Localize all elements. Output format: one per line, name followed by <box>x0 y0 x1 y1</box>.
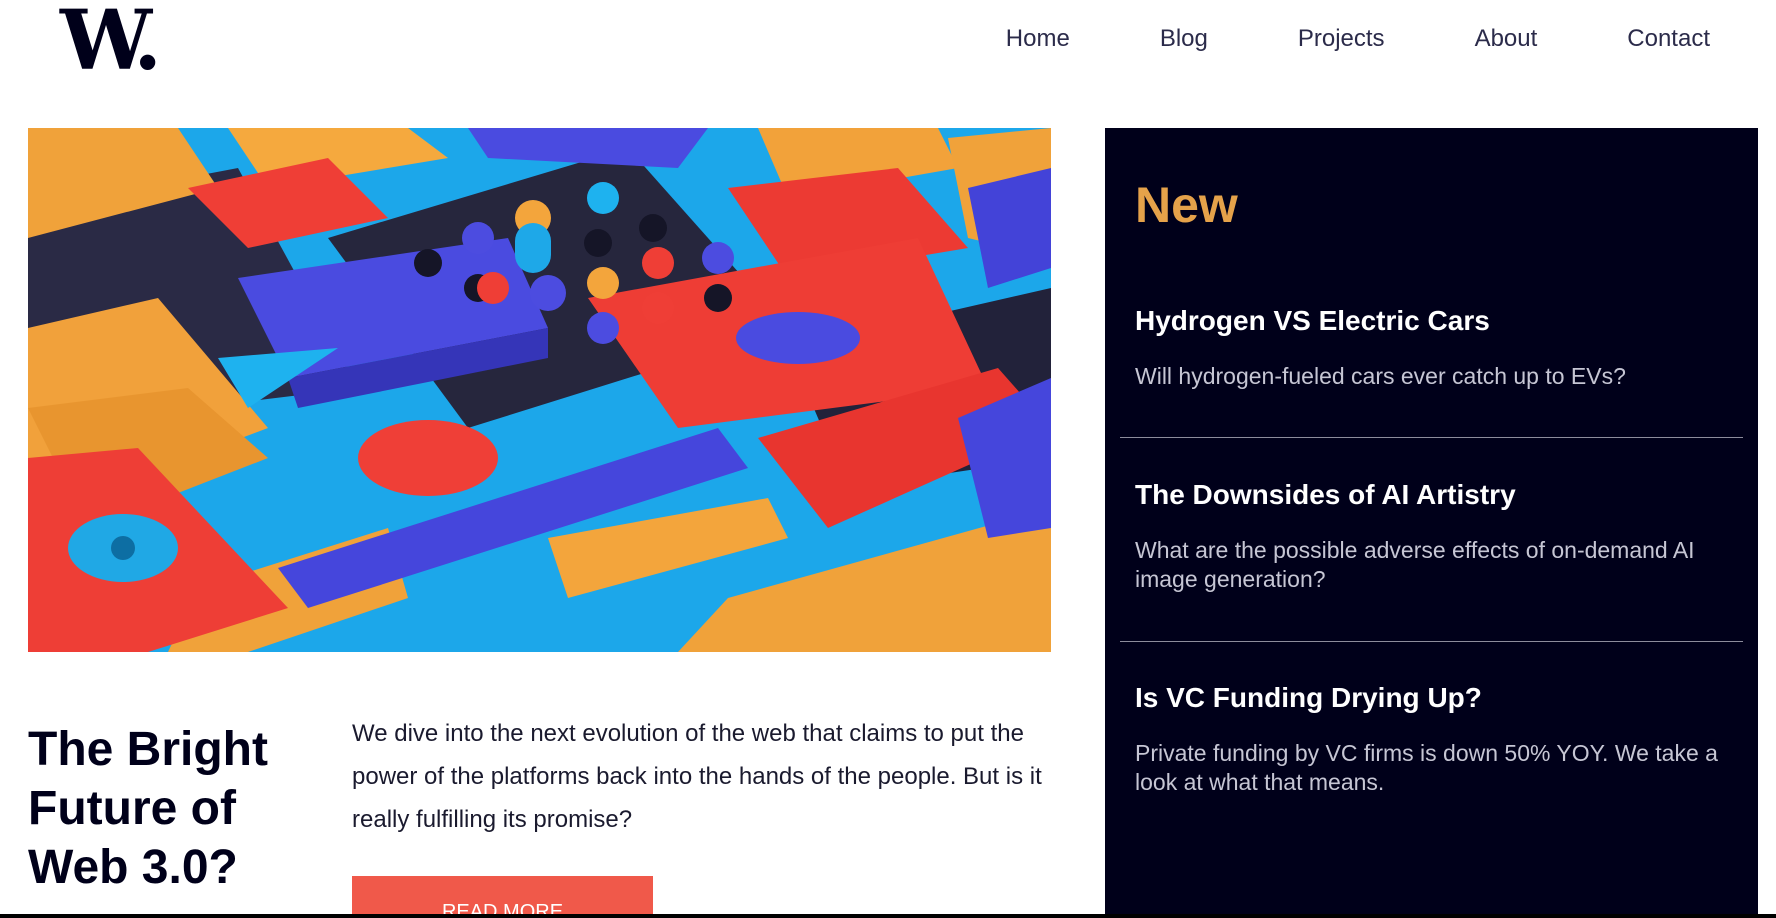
nav-home[interactable]: Home <box>1006 22 1070 56</box>
sidebar-post-title[interactable]: Hydrogen VS Electric Cars <box>1135 304 1728 338</box>
sidebar-post-summary: Will hydrogen-fueled cars ever catch up … <box>1135 363 1626 389</box>
article-excerpt: We dive into the next evolution of the w… <box>352 720 1042 833</box>
hero-image <box>28 128 1051 652</box>
sidebar-post-summary: Private funding by VC firms is down 50% … <box>1135 740 1718 795</box>
sidebar-post-summary: What are the possible adverse effects of… <box>1135 537 1695 592</box>
divider <box>1120 437 1743 438</box>
sidebar-post-title[interactable]: Is VC Funding Drying Up? <box>1135 681 1728 715</box>
sidebar-post[interactable]: Is VC Funding Drying Up? Private funding… <box>1120 681 1743 797</box>
article-title[interactable]: The Bright Future of Web 3.0? <box>28 720 328 897</box>
nav-about[interactable]: About <box>1385 22 1538 56</box>
nav-projects[interactable]: Projects <box>1208 22 1385 56</box>
divider <box>1120 641 1743 642</box>
window-bottom-edge <box>0 914 1776 918</box>
sidebar-heading: New <box>1135 177 1238 233</box>
new-posts-sidebar: New Hydrogen VS Electric Cars Will hydro… <box>1105 128 1758 918</box>
sidebar-post[interactable]: Hydrogen VS Electric Cars Will hydrogen-… <box>1120 304 1743 391</box>
nav-blog[interactable]: Blog <box>1070 22 1208 56</box>
site-logo[interactable]: W. <box>60 0 162 82</box>
main-nav: Home Blog Projects About Contact <box>1006 22 1710 56</box>
nav-contact[interactable]: Contact <box>1537 22 1710 56</box>
sidebar-post-title[interactable]: The Downsides of AI Artistry <box>1135 478 1728 512</box>
sidebar-post[interactable]: The Downsides of AI Artistry What are th… <box>1120 478 1743 594</box>
read-more-button[interactable]: READ MORE <box>352 876 653 918</box>
abstract-shapes-illustration <box>28 128 1051 652</box>
